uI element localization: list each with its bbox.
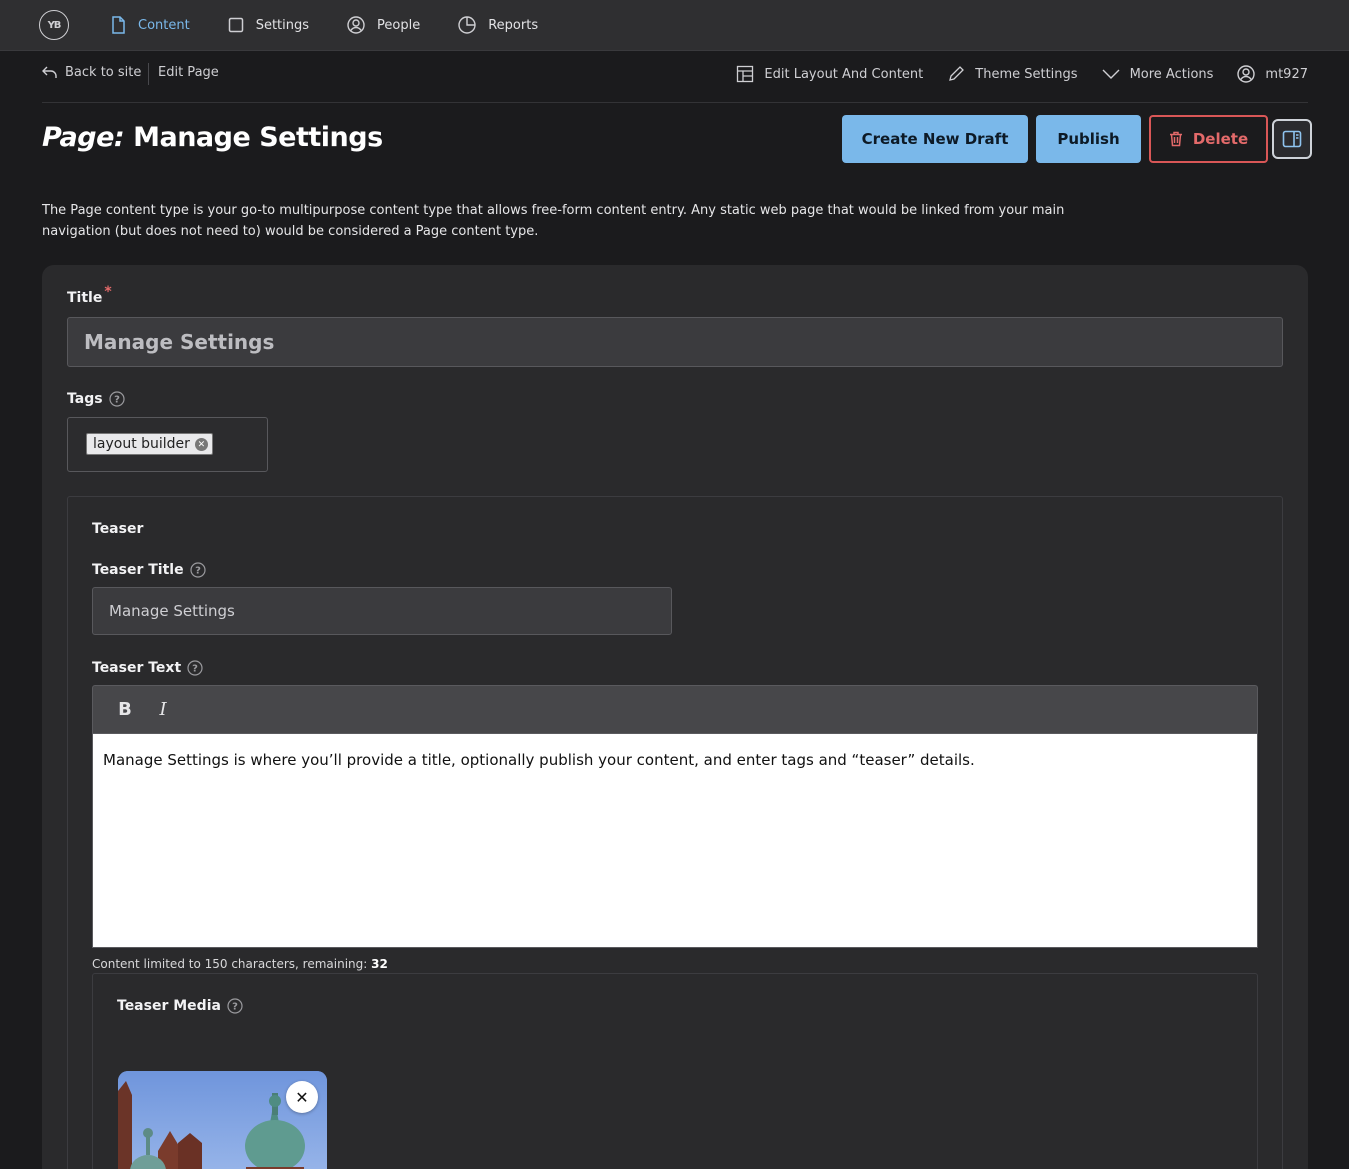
italic-button[interactable]: I xyxy=(147,694,179,726)
nav-item-label: Reports xyxy=(488,17,539,33)
required-indicator: * xyxy=(104,284,112,300)
tag-label: layout builder xyxy=(93,436,190,452)
theme-settings-button[interactable]: Theme Settings xyxy=(947,65,1078,83)
svg-text:?: ? xyxy=(195,566,201,577)
top-toolbar: YB Content Settings People Reports xyxy=(0,0,1349,51)
nav-item-people[interactable]: People xyxy=(347,0,420,50)
file-icon xyxy=(112,16,125,34)
edit-form-card: Title * Manage Settings Tags ? layout bu… xyxy=(42,265,1308,1169)
edit-layout-label: Edit Layout And Content xyxy=(764,66,924,82)
toggle-sidebar-button[interactable] xyxy=(1272,119,1312,159)
teaser-text-label-text: Teaser Text xyxy=(92,660,182,676)
teaser-section: Teaser Teaser Title ? Manage Settings Te… xyxy=(67,496,1283,1169)
divider xyxy=(148,63,149,85)
teaser-media-section: Teaser Media ? ✕ xyxy=(92,973,1258,1169)
svg-text:?: ? xyxy=(232,1002,238,1013)
teaser-media-thumbnail[interactable]: ✕ xyxy=(118,1071,327,1169)
nav-item-label: Content xyxy=(138,17,190,33)
remove-tag-icon[interactable]: ✕ xyxy=(194,438,208,451)
page-actions: Edit Layout And Content Theme Settings M… xyxy=(712,63,1308,85)
logo-icon[interactable]: YB xyxy=(39,10,69,40)
nav-item-reports[interactable]: Reports xyxy=(458,0,538,50)
teaser-title-input[interactable]: Manage Settings xyxy=(92,587,672,635)
teaser-text-label: Teaser Text ? xyxy=(92,660,203,676)
pie-chart-icon xyxy=(458,16,476,34)
username: mt927 xyxy=(1265,66,1308,82)
svg-text:?: ? xyxy=(114,395,120,406)
delete-label: Delete xyxy=(1192,130,1249,148)
nav-item-content[interactable]: Content xyxy=(110,0,190,50)
tags-label: Tags ? xyxy=(67,391,125,407)
chevron-down-icon xyxy=(1102,69,1120,79)
edit-layout-button[interactable]: Edit Layout And Content xyxy=(736,65,923,83)
teaser-title-label: Teaser Title ? xyxy=(92,562,206,578)
user-menu-button[interactable]: mt927 xyxy=(1237,65,1308,83)
content-type-label: Page: xyxy=(42,122,125,153)
secondary-toolbar: Back to site Edit Page Edit Layout And C… xyxy=(42,51,1308,103)
more-actions-button[interactable]: More Actions xyxy=(1102,66,1214,82)
character-limit-note: Content limited to 150 characters, remai… xyxy=(92,957,388,971)
publish-button[interactable]: Publish xyxy=(1036,115,1141,163)
undo-arrow-icon xyxy=(42,66,57,78)
layout-icon xyxy=(737,65,754,83)
tags-label-text: Tags xyxy=(67,391,103,407)
breadcrumb: Edit Page xyxy=(158,65,219,80)
theme-settings-label: Theme Settings xyxy=(975,66,1078,82)
trash-icon xyxy=(1169,131,1182,147)
teaser-section-label: Teaser xyxy=(92,521,144,537)
teaser-media-label-text: Teaser Media xyxy=(117,998,221,1014)
rich-text-toolbar: B I xyxy=(92,685,1258,733)
svg-text:?: ? xyxy=(192,664,198,675)
bold-button[interactable]: B xyxy=(109,694,141,726)
back-to-site-link[interactable]: Back to site xyxy=(42,65,141,80)
content-type-description: The Page content type is your go-to mult… xyxy=(42,203,1065,239)
user-circle-icon xyxy=(347,16,365,34)
remaining-count: 32 xyxy=(371,957,388,971)
nav-item-settings[interactable]: Settings xyxy=(228,0,309,50)
limit-text: Content limited to 150 characters, remai… xyxy=(92,957,372,971)
title-input[interactable]: Manage Settings xyxy=(67,317,1283,367)
main-nav: Content Settings People Reports xyxy=(110,0,576,50)
nav-item-label: Settings xyxy=(255,17,310,33)
help-icon[interactable]: ? xyxy=(189,562,206,578)
help-icon[interactable]: ? xyxy=(108,391,125,407)
nav-item-label: People xyxy=(377,17,421,33)
user-circle-icon xyxy=(1237,65,1256,83)
tags-input[interactable]: layout builder ✕ xyxy=(67,417,268,472)
create-new-draft-button[interactable]: Create New Draft xyxy=(842,115,1028,163)
teaser-text-editor[interactable]: Manage Settings is where you’ll provide … xyxy=(92,733,1258,948)
sidebar-panel-icon xyxy=(1282,130,1302,148)
square-icon xyxy=(228,17,243,33)
title-label-text: Title xyxy=(67,290,103,306)
page-title-text: Manage Settings xyxy=(133,122,383,153)
help-icon[interactable]: ? xyxy=(187,660,203,676)
tag-chip: layout builder ✕ xyxy=(86,433,213,455)
title-label: Title * xyxy=(67,284,112,306)
pencil-icon xyxy=(949,66,965,81)
page-title: Page: Manage Settings xyxy=(42,122,383,153)
delete-button[interactable]: Delete xyxy=(1149,115,1268,163)
remove-media-button[interactable]: ✕ xyxy=(286,1081,318,1113)
teaser-media-label: Teaser Media ? xyxy=(117,998,243,1014)
more-actions-label: More Actions xyxy=(1129,66,1214,82)
teaser-title-label-text: Teaser Title xyxy=(92,562,184,578)
back-label: Back to site xyxy=(65,65,142,80)
help-icon[interactable]: ? xyxy=(227,998,243,1014)
